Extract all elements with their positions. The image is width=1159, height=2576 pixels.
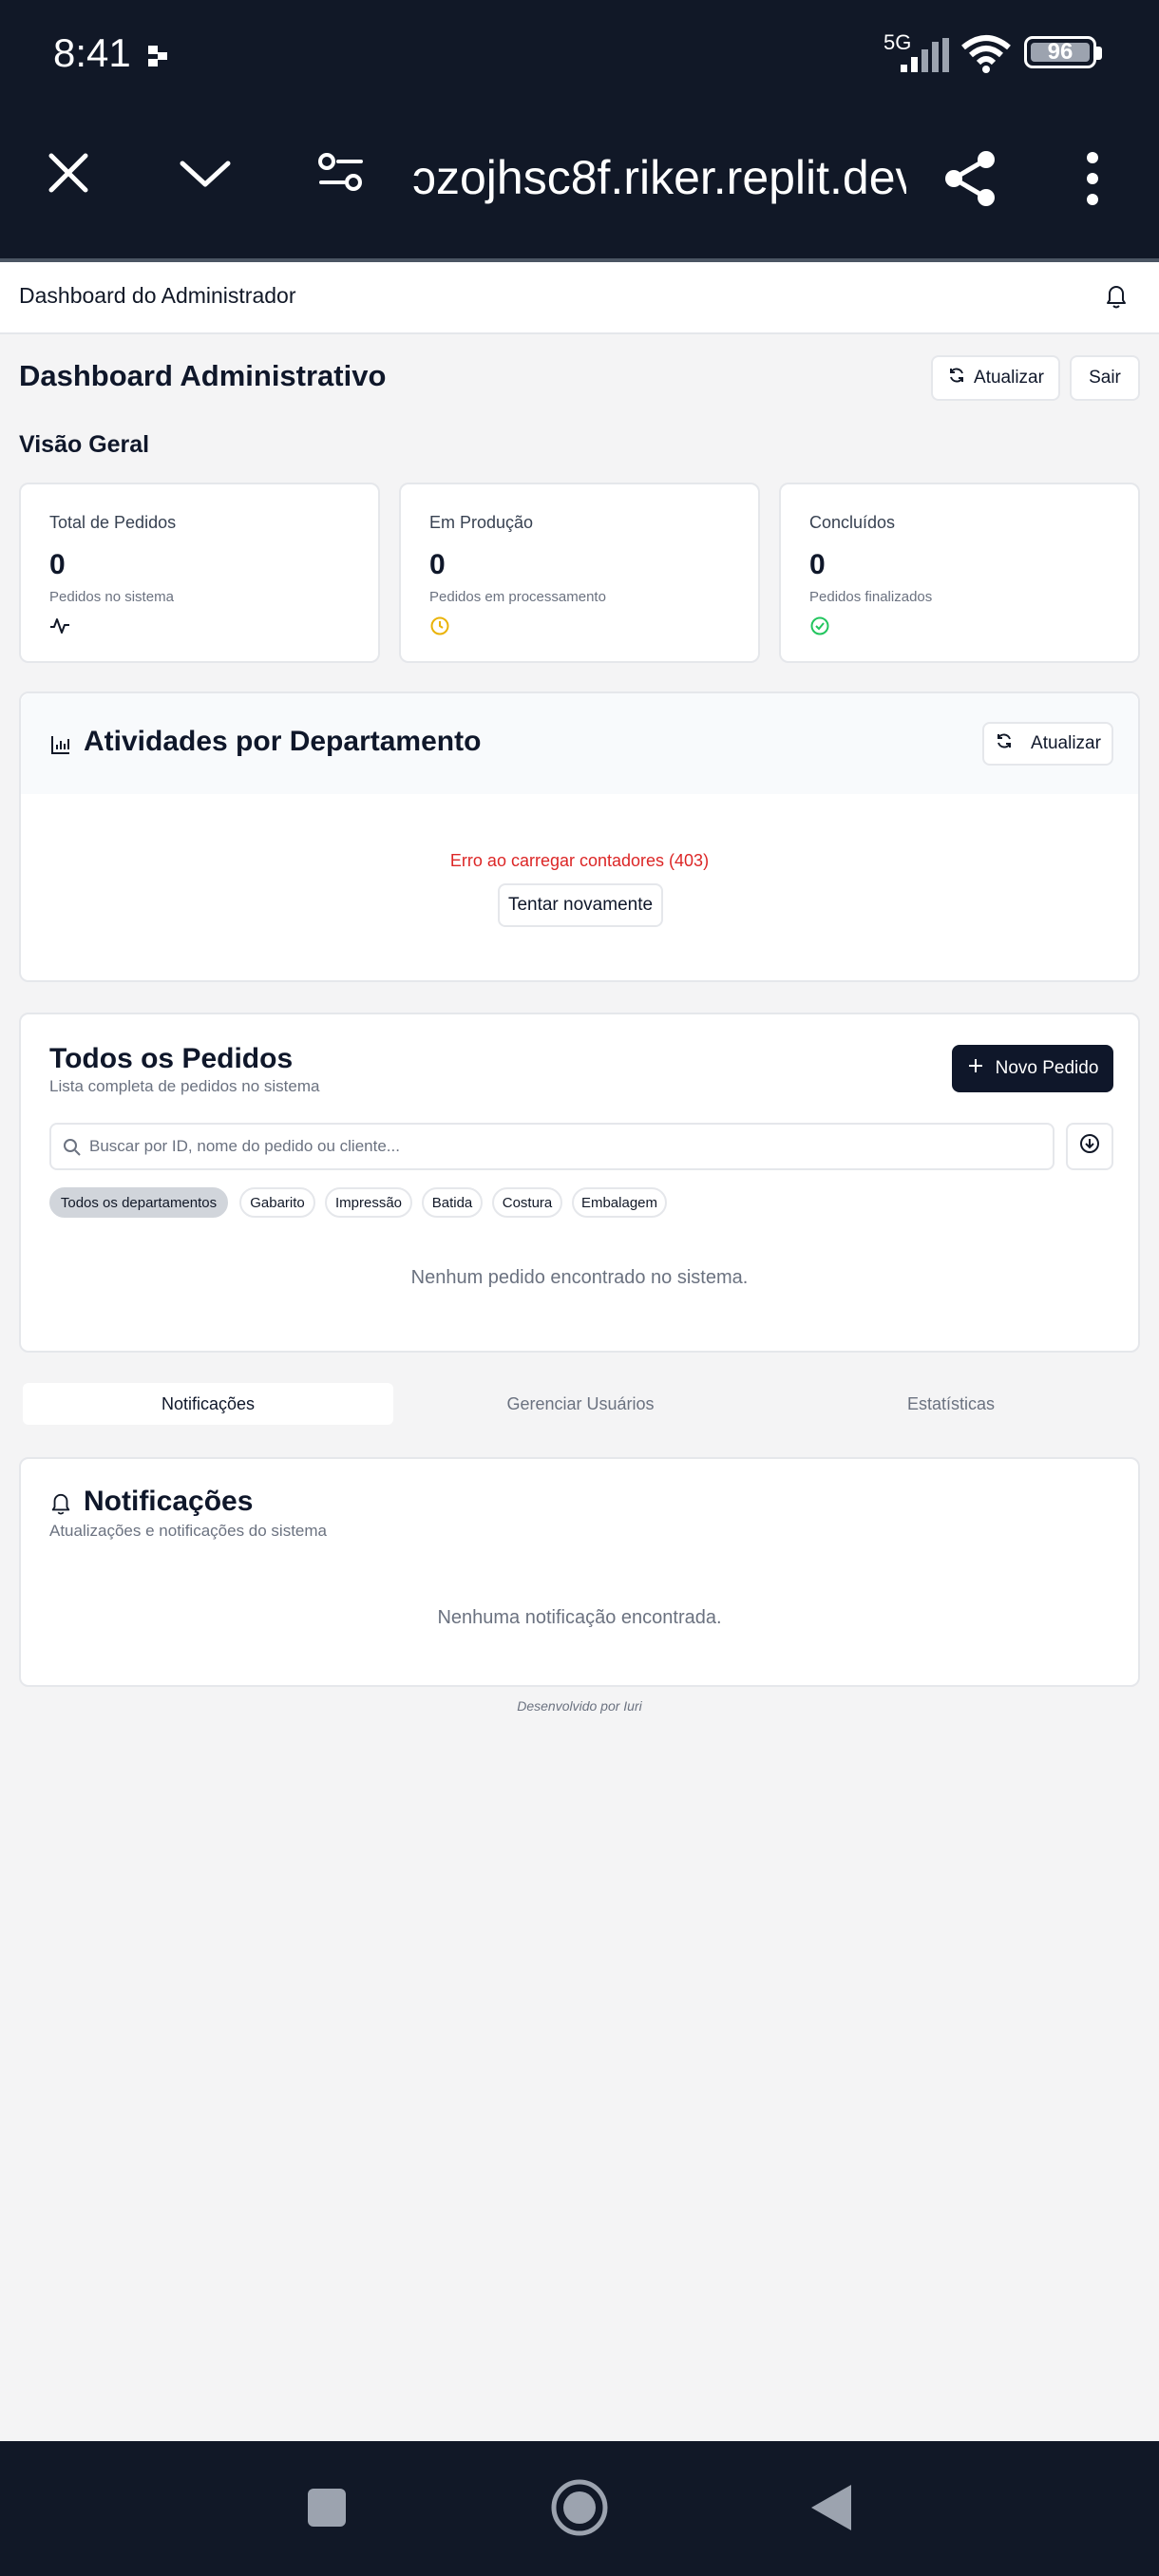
notifications-subtitle: Atualizações e notificações do sistema <box>49 1522 327 1540</box>
stat-card-total: Total de Pedidos 0 Pedidos no sistema <box>19 483 380 663</box>
error-message: Erro ao carregar contadores (403) <box>449 851 710 870</box>
orders-title: Todos os Pedidos <box>49 1043 294 1074</box>
logout-button[interactable]: Sair <box>1070 355 1140 401</box>
chip-all-departments[interactable]: Todos os departamentos <box>49 1187 228 1218</box>
tab-notifications[interactable]: Notificações <box>23 1383 393 1425</box>
header-title: Dashboard do Administrador <box>19 283 296 308</box>
status-bar: 8:41 5G 96 <box>0 0 1159 112</box>
refresh-icon <box>947 366 966 390</box>
refresh-icon <box>995 731 1014 756</box>
battery-icon: 96 <box>1024 36 1096 68</box>
stat-label: Concluídos <box>809 513 896 532</box>
tab-label: Gerenciar Usuários <box>506 1393 655 1413</box>
close-icon[interactable] <box>46 150 91 200</box>
stat-label: Total de Pedidos <box>49 513 177 532</box>
refresh-label: Atualizar <box>974 368 1044 388</box>
recents-icon[interactable] <box>306 2487 348 2533</box>
status-time: 8:41 <box>53 30 131 75</box>
stat-label: Em Produção <box>429 513 534 532</box>
retry-button[interactable]: Tentar novamente <box>498 883 663 927</box>
activity-icon <box>49 616 70 641</box>
stat-value: 0 <box>809 549 826 580</box>
chip-batida[interactable]: Batida <box>422 1187 483 1218</box>
home-icon[interactable] <box>549 2477 610 2543</box>
stat-value: 0 <box>429 549 446 580</box>
plus-icon <box>967 1057 984 1080</box>
bell-icon[interactable] <box>1104 283 1129 314</box>
retry-label: Tentar novamente <box>507 895 654 915</box>
app-header: Dashboard do Administrador <box>0 262 1159 334</box>
orders-empty-message: Nenhum pedido encontrado no sistema. <box>410 1267 749 1288</box>
stat-sub: Pedidos finalizados <box>809 589 933 605</box>
chip-gabarito[interactable]: Gabarito <box>239 1187 315 1218</box>
footer-credit: Desenvolvido por Iuri <box>517 1698 642 1714</box>
back-icon[interactable] <box>809 2483 853 2537</box>
chip-label: Batida <box>431 1194 473 1211</box>
tab-manage-users[interactable]: Gerenciar Usuários <box>395 1383 766 1425</box>
chip-label: Gabarito <box>250 1194 305 1211</box>
department-title: Atividades por Departamento <box>84 726 482 757</box>
tabs-list: Notificações Gerenciar Usuários Estatíst… <box>19 1377 1140 1430</box>
wifi-icon <box>961 34 1011 79</box>
download-circle-icon <box>1079 1133 1100 1160</box>
notifications-title: Notificações <box>84 1486 254 1517</box>
navigation-bar <box>0 2441 1159 2576</box>
department-refresh-label: Atualizar <box>1031 733 1101 753</box>
signal-icon <box>901 38 952 77</box>
chip-embalagem[interactable]: Embalagem <box>572 1187 667 1218</box>
stat-card-production: Em Produção 0 Pedidos em processamento <box>399 483 760 663</box>
chip-label: Impressão <box>334 1194 403 1211</box>
search-icon <box>63 1138 82 1162</box>
page-title: Dashboard Administrativo <box>19 359 387 392</box>
new-order-button[interactable]: Novo Pedido <box>952 1045 1113 1092</box>
new-order-label: Novo Pedido <box>995 1058 1099 1078</box>
stat-sub: Pedidos em processamento <box>429 589 606 605</box>
search-box <box>49 1123 1054 1170</box>
battery-level: 96 <box>1047 39 1074 65</box>
download-button[interactable] <box>1066 1123 1113 1170</box>
chip-costura[interactable]: Costura <box>492 1187 562 1218</box>
url-text[interactable]: ɔzojhsc8f.riker.replit.dev <box>412 150 906 205</box>
overview-label: Visão Geral <box>19 431 150 458</box>
logout-label: Sair <box>1089 368 1121 388</box>
notifications-card: Notificações Atualizações e notificações… <box>19 1457 1140 1687</box>
check-circle-icon <box>809 616 830 641</box>
share-icon[interactable] <box>942 150 999 212</box>
chevron-down-icon[interactable] <box>179 150 232 200</box>
department-refresh-button[interactable]: Atualizar <box>982 722 1113 766</box>
notification-icon <box>146 44 171 73</box>
more-icon[interactable] <box>1083 150 1102 212</box>
stat-card-completed: Concluídos 0 Pedidos finalizados <box>779 483 1140 663</box>
tab-statistics[interactable]: Estatísticas <box>766 1383 1136 1425</box>
department-activities-card: Atividades por Departamento Atualizar Er… <box>19 691 1140 982</box>
orders-subtitle: Lista completa de pedidos no sistema <box>49 1077 320 1095</box>
chip-label: Todos os departamentos <box>60 1194 218 1211</box>
tab-label: Estatísticas <box>906 1393 996 1413</box>
notifications-empty-message: Nenhuma notificação encontrada. <box>437 1607 722 1628</box>
tab-label: Notificações <box>161 1393 256 1413</box>
stat-sub: Pedidos no sistema <box>49 589 174 605</box>
clock-icon <box>429 616 450 641</box>
chip-label: Embalagem <box>580 1194 658 1211</box>
chip-label: Costura <box>502 1194 553 1211</box>
bar-chart-icon <box>49 733 72 761</box>
bell-icon <box>49 1491 72 1521</box>
stat-value: 0 <box>49 549 66 580</box>
search-input[interactable] <box>89 1132 602 1161</box>
refresh-button[interactable]: Atualizar <box>931 355 1060 401</box>
orders-card: Todos os Pedidos Lista completa de pedid… <box>19 1013 1140 1353</box>
browser-toolbar: ɔzojhsc8f.riker.replit.dev <box>0 112 1159 258</box>
page-settings-icon[interactable] <box>317 150 365 200</box>
chip-impressao[interactable]: Impressão <box>325 1187 412 1218</box>
